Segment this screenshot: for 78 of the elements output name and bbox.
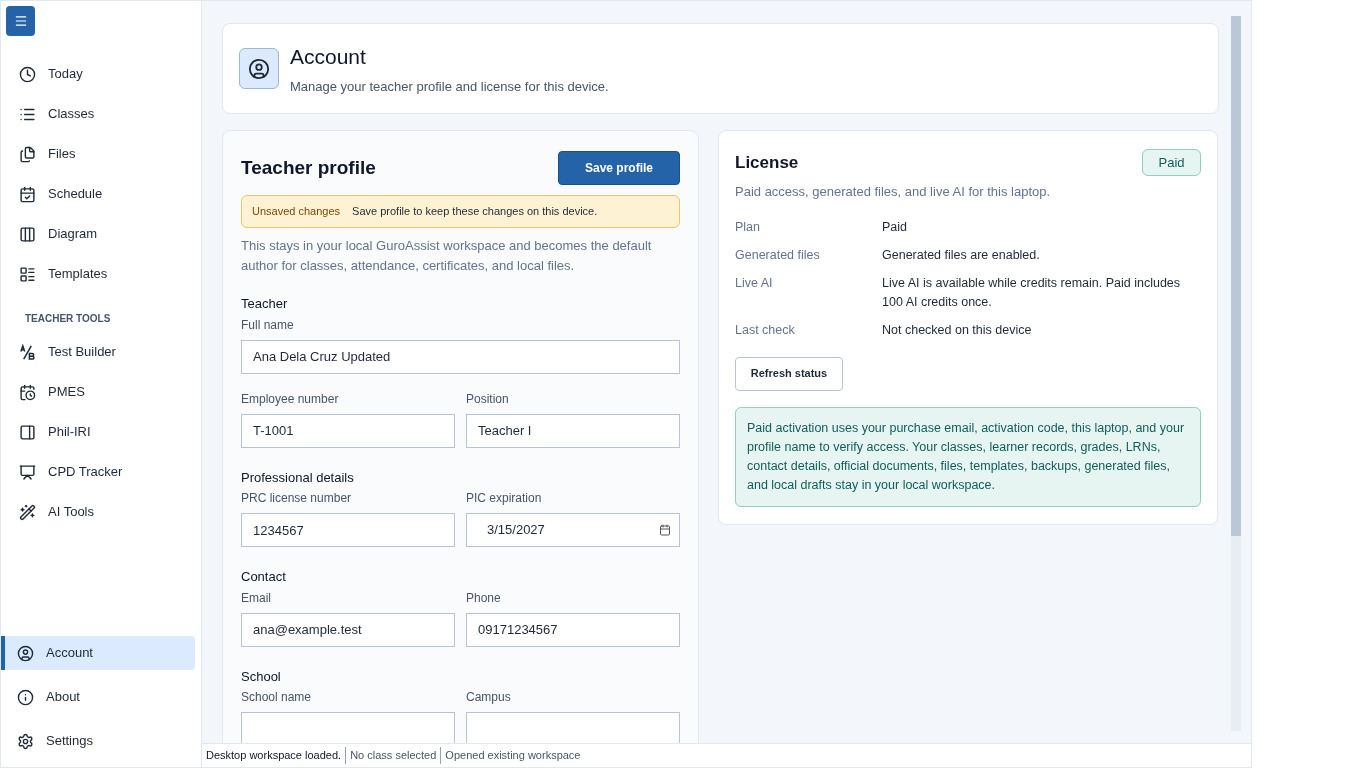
card-title: License (735, 151, 799, 174)
section-heading: Professional details (241, 468, 355, 487)
input-field[interactable]: Ana Dela Cruz Updated (241, 339, 680, 374)
section-heading: School (241, 667, 282, 686)
nav-item[interactable]: Schedule (7, 177, 195, 211)
calendar-check-icon (19, 185, 36, 203)
settings-icon (17, 732, 34, 750)
section-heading: Contact (241, 568, 287, 586)
user-icon (248, 57, 270, 80)
field-label: Employee number (241, 390, 340, 408)
menu-button[interactable] (6, 6, 35, 36)
detail-label: Plan (735, 218, 762, 236)
detail-label: Generated files (735, 246, 821, 264)
plan-badge: Paid (1142, 149, 1201, 176)
nav-item[interactable]: Diagram (7, 217, 195, 251)
nav-item[interactable]: Test Builder (7, 335, 195, 369)
detail-label: Live AI (735, 274, 774, 292)
nav-item[interactable]: CPD Tracker (7, 455, 195, 489)
page-subtitle: Manage your teacher profile and license for this device. (290, 77, 609, 96)
card-subtitle: Paid access, generated files, and live AI for this laptop. (735, 183, 1052, 201)
nav-item[interactable]: Account (1, 636, 195, 670)
menu-icon (13, 14, 28, 28)
user-icon (17, 644, 34, 662)
magic-wand-icon (19, 503, 36, 521)
nav-item[interactable]: Phil-IRI (7, 415, 195, 449)
nav-item[interactable]: Classes (7, 97, 195, 131)
date-field[interactable]: 3/15/2027 (466, 513, 680, 547)
warning-message: Save profile to keep these changes on this device. (352, 204, 598, 220)
field-label: PIC expiration (466, 490, 543, 507)
field-label: Position (466, 390, 510, 408)
calendar-clock-icon (19, 383, 36, 401)
info-icon (17, 688, 34, 706)
section-heading: Teacher (241, 295, 289, 313)
refresh-button[interactable]: Refresh status (735, 356, 843, 391)
status-text: Desktop workspace loaded. (205, 748, 343, 764)
info-note: Paid activation uses your purchase email, activation code, this laptop, and your profile name to verify access. Your classes, learner records, grades, LRNs, contact details, official documents, files, templates, backups, generated files, and local drafts stay in your local workspace. (735, 406, 1201, 507)
nav-item[interactable]: Templates (7, 257, 195, 291)
presentation-icon (19, 463, 36, 481)
nav-item[interactable]: Settings (7, 724, 195, 758)
field-label: Email (241, 589, 272, 607)
detail-label: Last check (735, 321, 796, 339)
calendar-icon (659, 524, 671, 536)
nav-item[interactable]: About (7, 680, 195, 714)
input-field[interactable]: 09171234567 (466, 612, 680, 647)
panel-icon (19, 423, 36, 441)
page-title: Account (290, 44, 367, 70)
input-field[interactable]: ana@example.test (241, 612, 455, 647)
save-button[interactable]: Save profile (558, 151, 680, 185)
warning-label: Unsaved changes (252, 204, 341, 220)
nav-item[interactable]: Today (7, 57, 195, 91)
field-label: Full name (241, 316, 295, 334)
layout-list-icon (19, 265, 36, 283)
card-title: Teacher profile (241, 155, 376, 180)
columns-icon (19, 225, 36, 243)
clock-icon (19, 65, 36, 83)
detail-value: Generated files are enabled. (882, 246, 1041, 264)
section-label: TEACHER TOOLS (25, 312, 112, 326)
nav-item[interactable]: PMES (7, 375, 195, 409)
detail-value: Not checked on this device (882, 321, 1033, 339)
ab-icon (19, 343, 36, 361)
field-label: Phone (466, 589, 502, 607)
field-label: PRC license number (241, 490, 353, 507)
field-label: Campus (466, 689, 512, 706)
detail-value: Live AI is available while credits remain. Paid includes 100 AI credits once. (882, 274, 1182, 311)
input-field[interactable] (466, 712, 680, 743)
description: This stays in your local GuroAssist workspace and becomes the default author for classes, attendance, certificates, and local files. (241, 237, 653, 275)
input-field[interactable] (241, 712, 455, 743)
field-label: School name (241, 689, 313, 706)
files-icon (19, 145, 36, 163)
nav-item[interactable]: AI Tools (7, 495, 195, 529)
status-text: No class selected (345, 747, 441, 764)
input-field[interactable]: Teacher I (466, 413, 680, 448)
status-text: Opened existing workspace (440, 747, 585, 764)
scrollbar[interactable] (1231, 16, 1241, 731)
nav-item[interactable]: Files (7, 137, 195, 171)
input-field[interactable]: 1234567 (241, 513, 455, 547)
input-field[interactable]: T-1001 (241, 413, 455, 448)
detail-value: Paid (882, 218, 909, 236)
